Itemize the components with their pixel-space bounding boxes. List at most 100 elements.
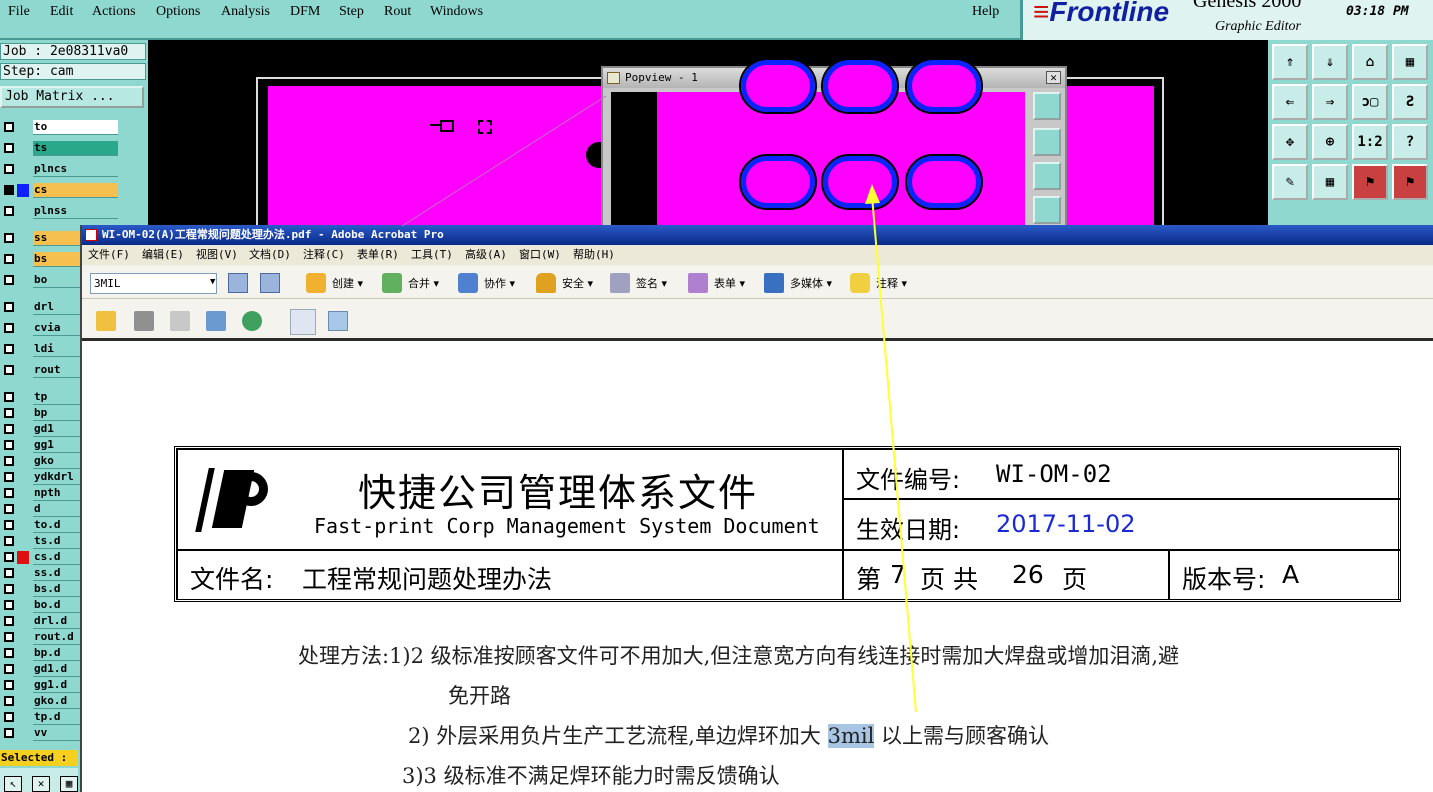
layer-checkbox[interactable] xyxy=(4,472,14,482)
layer-checkbox[interactable] xyxy=(4,344,14,354)
layer-color-swatch[interactable] xyxy=(17,163,29,176)
forms-button[interactable]: 表单 ▾ xyxy=(714,273,745,295)
web-icon[interactable] xyxy=(242,311,262,331)
layer-color-swatch[interactable] xyxy=(17,322,29,335)
acrobat-menu-help[interactable]: 帮助(H) xyxy=(573,245,615,265)
layer-color-swatch[interactable] xyxy=(17,439,29,452)
layer-row[interactable]: cs xyxy=(0,183,118,198)
layer-name[interactable]: ts xyxy=(33,141,118,156)
layer-color-swatch[interactable] xyxy=(17,487,29,500)
layer-color-swatch[interactable] xyxy=(17,205,29,218)
layer-color-swatch[interactable] xyxy=(17,184,29,197)
layer-color-swatch[interactable] xyxy=(17,407,29,420)
layer-color-swatch[interactable] xyxy=(17,711,29,724)
layer-checkbox[interactable] xyxy=(4,440,14,450)
layer-checkbox[interactable] xyxy=(4,365,14,375)
search-input[interactable]: 3MIL xyxy=(90,273,217,294)
popview-down-icon[interactable] xyxy=(1033,162,1061,190)
collaborate-icon[interactable] xyxy=(458,273,478,293)
layer-color-swatch[interactable] xyxy=(17,232,29,245)
layer-color-swatch[interactable] xyxy=(17,631,29,644)
layer-checkbox[interactable] xyxy=(4,143,14,153)
layer-color-swatch[interactable] xyxy=(17,455,29,468)
menu-dfm[interactable]: DFM xyxy=(290,4,320,20)
cross-tool-icon[interactable]: ✕ xyxy=(32,776,50,792)
layer-checkbox[interactable] xyxy=(4,728,14,738)
layer-checkbox[interactable] xyxy=(4,632,14,642)
window-icon[interactable]: ▦ xyxy=(1392,44,1428,80)
popview-close-button[interactable]: ✕ xyxy=(1046,71,1061,84)
layer-checkbox[interactable] xyxy=(4,122,14,132)
layer-checkbox[interactable] xyxy=(4,323,14,333)
popview-fit-icon[interactable] xyxy=(1033,92,1061,120)
popview-canvas[interactable] xyxy=(611,58,1025,238)
create-icon[interactable] xyxy=(306,273,326,293)
layer-checkbox[interactable] xyxy=(4,504,14,514)
menu-options[interactable]: Options xyxy=(156,4,200,20)
find-next-icon[interactable] xyxy=(260,273,280,293)
layer-checkbox[interactable] xyxy=(4,536,14,546)
layer-checkbox[interactable] xyxy=(4,164,14,174)
grid-tool-icon[interactable]: ▦ xyxy=(60,776,78,792)
swap-icon[interactable]: Ƨ xyxy=(1392,84,1428,120)
comment-button[interactable]: 注释 ▾ xyxy=(876,273,907,295)
layer-color-swatch[interactable] xyxy=(17,663,29,676)
layer-color-swatch[interactable] xyxy=(17,567,29,580)
layer-color-swatch[interactable] xyxy=(17,301,29,314)
acrobat-menu-tools[interactable]: 工具(T) xyxy=(411,245,453,265)
layer-row[interactable]: ts xyxy=(0,141,118,156)
fit-page-icon[interactable] xyxy=(290,309,316,335)
layer-checkbox[interactable] xyxy=(4,424,14,434)
pan-down-icon[interactable]: ⇓ xyxy=(1312,44,1348,80)
layer-color-swatch[interactable] xyxy=(17,503,29,516)
layer-color-swatch[interactable] xyxy=(17,551,29,564)
layer-name[interactable]: plnss xyxy=(33,204,118,219)
acrobat-menu-forms[interactable]: 表单(R) xyxy=(357,245,399,265)
help-icon[interactable]: ? xyxy=(1392,124,1428,160)
acrobat-menu-view[interactable]: 视图(V) xyxy=(196,245,238,265)
net-icon[interactable]: ⚑ xyxy=(1352,164,1388,200)
layer-checkbox[interactable] xyxy=(4,233,14,243)
acrobat-menu-window[interactable]: 窗口(W) xyxy=(519,245,561,265)
menu-windows[interactable]: Windows xyxy=(430,4,483,20)
menu-help[interactable]: Help xyxy=(972,4,999,20)
lock-icon[interactable] xyxy=(536,273,556,293)
measure-icon[interactable]: ✎ xyxy=(1272,164,1308,200)
layer-checkbox[interactable] xyxy=(4,275,14,285)
layer-color-swatch[interactable] xyxy=(17,583,29,596)
layer-color-swatch[interactable] xyxy=(17,391,29,404)
acrobat-menu-document[interactable]: 文档(D) xyxy=(249,245,291,265)
email-icon[interactable] xyxy=(206,311,226,331)
layer-checkbox[interactable] xyxy=(4,680,14,690)
layer-color-swatch[interactable] xyxy=(17,471,29,484)
layer-checkbox[interactable] xyxy=(4,648,14,658)
layer-checkbox[interactable] xyxy=(4,520,14,530)
layer-checkbox[interactable] xyxy=(4,254,14,264)
fit-width-icon[interactable] xyxy=(328,311,348,331)
combine-button[interactable]: 合并 ▾ xyxy=(408,273,439,295)
multimedia-button[interactable]: 多媒体 ▾ xyxy=(790,273,832,295)
search-dropdown-icon[interactable]: ▼ xyxy=(210,277,215,287)
print-icon[interactable] xyxy=(134,311,154,331)
layer-color-swatch[interactable] xyxy=(17,121,29,134)
layer-color-swatch[interactable] xyxy=(17,647,29,660)
layer-checkbox[interactable] xyxy=(4,185,14,195)
secure-button[interactable]: 安全 ▾ xyxy=(562,273,593,295)
select-tool-icon[interactable]: ↖ xyxy=(4,776,22,792)
layer-checkbox[interactable] xyxy=(4,392,14,402)
layer-color-swatch[interactable] xyxy=(17,253,29,266)
save-icon[interactable] xyxy=(170,311,190,331)
layer-color-swatch[interactable] xyxy=(17,679,29,692)
pan-left-icon[interactable]: ⇐ xyxy=(1272,84,1308,120)
layer-name[interactable]: cs xyxy=(33,183,118,198)
grid-icon[interactable]: ▦ xyxy=(1312,164,1348,200)
layer-checkbox[interactable] xyxy=(4,584,14,594)
job-matrix-button[interactable]: Job Matrix ... xyxy=(0,86,144,108)
menu-edit[interactable]: Edit xyxy=(50,4,73,20)
layer-color-swatch[interactable] xyxy=(17,423,29,436)
layer-color-swatch[interactable] xyxy=(17,274,29,287)
menu-analysis[interactable]: Analysis xyxy=(221,4,270,20)
layer-checkbox[interactable] xyxy=(4,302,14,312)
acrobat-menu-file[interactable]: 文件(F) xyxy=(88,245,130,265)
layer-checkbox[interactable] xyxy=(4,456,14,466)
